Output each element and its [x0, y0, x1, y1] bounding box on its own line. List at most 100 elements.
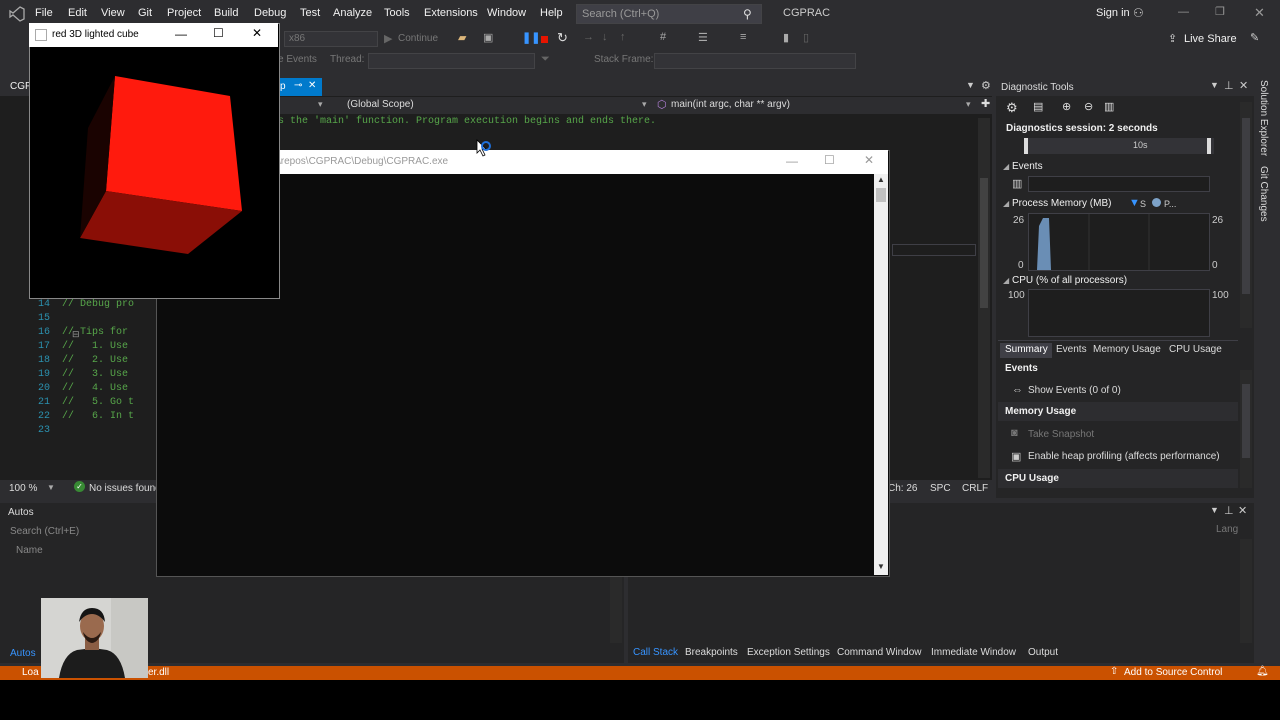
step-into-icon[interactable]: ↓: [602, 31, 608, 43]
timeline-start-handle[interactable]: [1024, 138, 1028, 154]
notifications-icon[interactable]: 🔔︎: [1256, 666, 1269, 677]
menu-build[interactable]: Build: [214, 7, 238, 19]
tab-breakpoints[interactable]: Breakpoints: [685, 647, 738, 658]
console-minimize-icon[interactable]: —: [786, 154, 798, 168]
editor-scrollbar[interactable]: [978, 118, 990, 478]
pin-icon[interactable]: ⊸: [294, 80, 302, 91]
console-close-icon[interactable]: ✕: [864, 153, 874, 167]
thread-dropdown[interactable]: [368, 53, 535, 69]
split-icon[interactable]: ✚: [981, 97, 990, 110]
feedback-icon[interactable]: ✎: [1250, 31, 1259, 44]
live-share-button[interactable]: Live Share: [1184, 33, 1237, 45]
tab-call-stack[interactable]: Call Stack: [633, 647, 678, 658]
editor-scroll-thumb[interactable]: [980, 178, 988, 308]
tab-memory-usage[interactable]: Memory Usage: [1093, 344, 1161, 355]
memory-chart[interactable]: [1028, 213, 1210, 271]
diag-scrollbar[interactable]: [1240, 102, 1252, 328]
panel-close-icon[interactable]: ✕: [1239, 79, 1248, 92]
events-collapse-icon[interactable]: ◢: [1003, 162, 1009, 171]
diag-settings-icon[interactable]: ⚙: [1006, 100, 1018, 116]
tab-command-window[interactable]: Command Window: [837, 647, 921, 658]
menu-tools[interactable]: Tools: [384, 7, 410, 19]
menu-file[interactable]: File: [35, 7, 53, 19]
tab-overflow-icon[interactable]: ▼: [966, 80, 975, 90]
heap-profiling-link[interactable]: Enable heap profiling (affects performan…: [1028, 451, 1220, 462]
tab-close-icon[interactable]: ✕: [308, 80, 316, 91]
cube-window-title-bar[interactable]: red 3D lighted cube — ☐ ✕: [29, 23, 278, 47]
show-events-link[interactable]: Show Events (0 of 0): [1028, 385, 1121, 396]
menu-git[interactable]: Git: [138, 7, 152, 19]
solution-explorer-tab[interactable]: Solution Explorer: [1258, 80, 1269, 156]
diag-scroll-thumb[interactable]: [1242, 118, 1250, 294]
cpu-chart[interactable]: [1028, 289, 1210, 337]
continue-label[interactable]: Continue: [398, 33, 438, 44]
zoom-in-icon[interactable]: ⊕: [1062, 100, 1071, 113]
take-snapshot-button[interactable]: Take Snapshot: [1028, 429, 1094, 440]
close-icon[interactable]: ✕: [1254, 5, 1265, 21]
callstack-pin-icon[interactable]: ⊥: [1224, 504, 1234, 517]
maximize-icon[interactable]: ❐: [1215, 5, 1225, 18]
pause-events-icon[interactable]: ▥: [1012, 177, 1022, 190]
whitespace-indicator[interactable]: SPC: [930, 483, 951, 494]
step-over-icon[interactable]: →: [583, 31, 594, 43]
bookmark-prev-icon[interactable]: ▯: [803, 31, 809, 44]
menu-extensions[interactable]: Extensions: [424, 7, 478, 19]
scroll-up-icon[interactable]: ▲: [877, 175, 885, 184]
step-out-icon[interactable]: ↑: [620, 31, 626, 43]
autos-search-input[interactable]: Search (Ctrl+E): [10, 526, 79, 537]
threads-icon[interactable]: ☰: [698, 31, 708, 44]
menu-project[interactable]: Project: [167, 7, 201, 19]
summary-scrollbar[interactable]: [1240, 370, 1252, 488]
callstack-lang-column[interactable]: Lang: [1216, 524, 1238, 535]
zoom-level[interactable]: 100 %: [9, 483, 37, 494]
line-ending-indicator[interactable]: CRLF: [962, 483, 988, 494]
pause-icon[interactable]: ❚❚: [522, 31, 540, 44]
active-editor-tab[interactable]: p ⊸ ✕: [278, 78, 322, 96]
hex-icon[interactable]: #: [660, 31, 666, 43]
menu-view[interactable]: View: [101, 7, 125, 19]
summary-scroll-thumb[interactable]: [1242, 384, 1250, 458]
stop-icon[interactable]: [541, 36, 548, 43]
tab-events[interactable]: Events: [1056, 344, 1087, 355]
autos-bottom-tab[interactable]: Autos: [10, 648, 36, 659]
tab-summary[interactable]: Summary: [1005, 344, 1048, 355]
tab-output[interactable]: Output: [1028, 647, 1058, 658]
console-maximize-icon[interactable]: ☐: [824, 153, 835, 167]
cube-maximize-icon[interactable]: ☐: [213, 26, 224, 40]
live-share-icon[interactable]: ⇪: [1168, 32, 1177, 45]
platform-dropdown[interactable]: x86: [284, 31, 378, 47]
cube-minimize-icon[interactable]: —: [175, 27, 187, 41]
console-scrollbar[interactable]: ▲ ▼: [874, 174, 888, 575]
timeline-end-handle[interactable]: [1207, 138, 1211, 154]
minimize-icon[interactable]: —: [1178, 6, 1189, 18]
cube-close-icon[interactable]: ✕: [252, 26, 262, 40]
zoom-dropdown-icon[interactable]: ▼: [47, 483, 55, 492]
function-dropdown-icon[interactable]: ▾: [966, 99, 971, 110]
tab-immediate-window[interactable]: Immediate Window: [931, 647, 1016, 658]
stack-frame-dropdown[interactable]: [654, 53, 856, 69]
autos-column-name[interactable]: Name: [16, 545, 43, 556]
scope-dropdown-icon[interactable]: ▾: [642, 99, 647, 110]
column-indicator[interactable]: Ch: 26: [888, 483, 917, 494]
git-changes-tab[interactable]: Git Changes: [1258, 166, 1269, 222]
project-dropdown-icon[interactable]: ▾: [318, 99, 323, 110]
folder-icon[interactable]: ▰: [458, 31, 466, 44]
function-dropdown[interactable]: main(int argc, char ** argv): [671, 99, 790, 110]
scope-dropdown[interactable]: (Global Scope): [347, 99, 414, 110]
tab-cpu-usage[interactable]: CPU Usage: [1169, 344, 1222, 355]
zoom-out-icon[interactable]: ⊖: [1084, 100, 1093, 113]
memory-collapse-icon[interactable]: ◢: [1003, 199, 1009, 208]
console-scroll-thumb[interactable]: [876, 188, 886, 202]
menu-debug[interactable]: Debug: [254, 7, 286, 19]
auto-hide-icon[interactable]: ⊥: [1224, 79, 1234, 92]
bookmark-icon[interactable]: ▮: [783, 31, 789, 44]
callstack-position-icon[interactable]: ▼: [1210, 505, 1219, 515]
restart-icon[interactable]: ↻: [557, 30, 568, 46]
window-position-icon[interactable]: ▼: [1210, 80, 1219, 90]
sign-in-link[interactable]: Sign in: [1096, 7, 1130, 19]
add-to-source-control[interactable]: Add to Source Control: [1124, 667, 1222, 678]
scroll-down-icon[interactable]: ▼: [877, 562, 885, 571]
menu-edit[interactable]: Edit: [68, 7, 87, 19]
indent-icon[interactable]: ≡: [740, 31, 746, 43]
screenshot-icon[interactable]: ▣: [483, 31, 493, 44]
